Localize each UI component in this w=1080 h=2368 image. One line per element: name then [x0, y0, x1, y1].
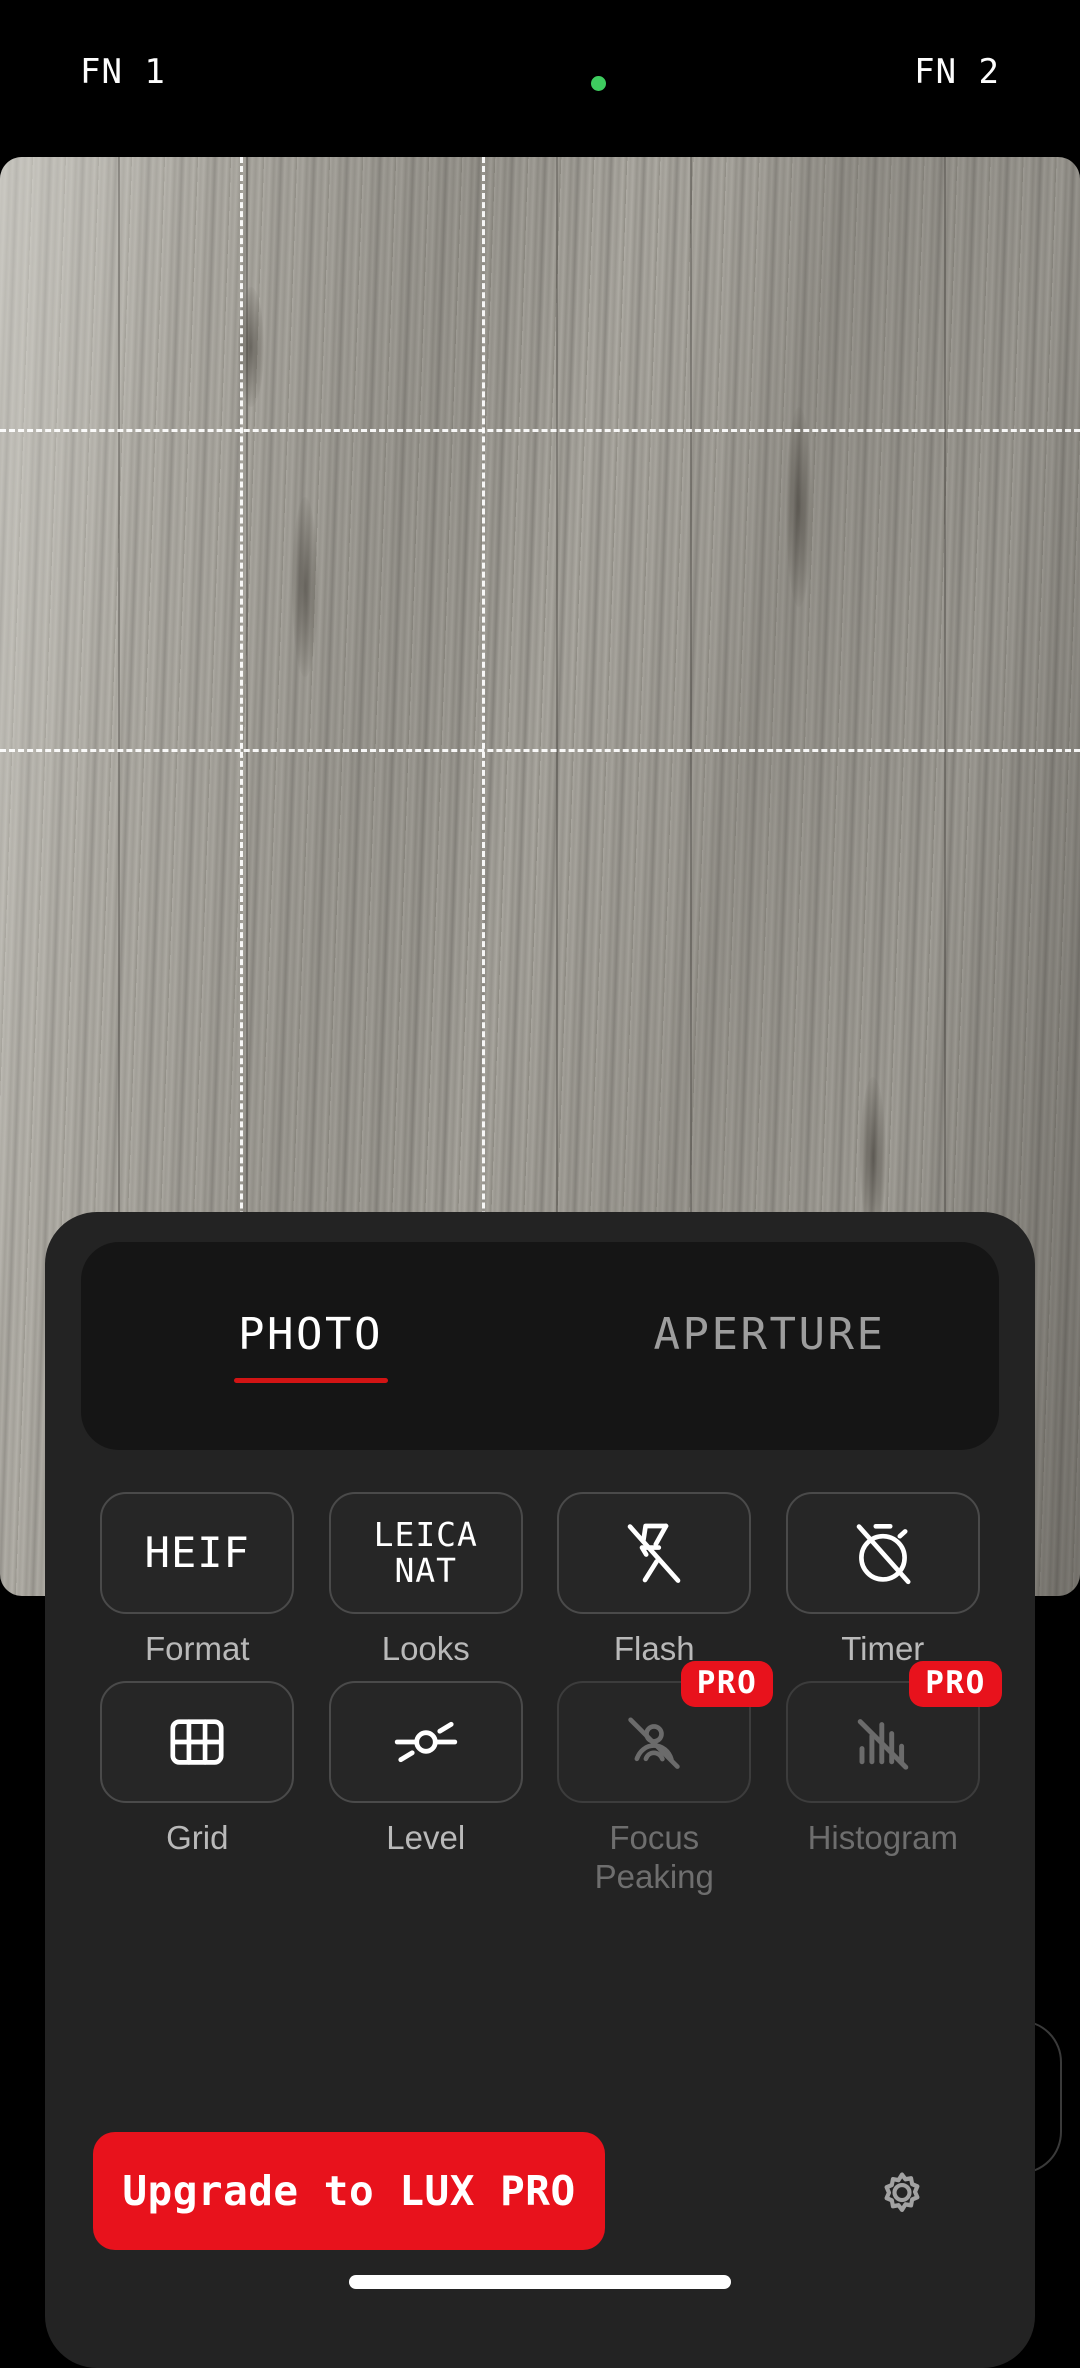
flash-off-icon	[618, 1517, 690, 1589]
status-bar: FN 1 FN 2	[0, 0, 1080, 157]
flash-button[interactable]	[557, 1492, 752, 1614]
fn1-button[interactable]: FN 1	[80, 52, 166, 92]
timer-off-icon	[847, 1517, 919, 1589]
tab-photo[interactable]: PHOTO	[81, 1242, 540, 1450]
looks-button[interactable]: LEICA NAT	[328, 1492, 523, 1614]
option-looks: LEICA NAT Looks	[322, 1492, 531, 1669]
focus-peaking-button[interactable]: PRO	[557, 1660, 774, 1803]
tab-photo-label: PHOTO	[238, 1309, 383, 1360]
timer-button[interactable]	[785, 1492, 980, 1614]
wood-knot	[786, 407, 812, 607]
mode-tab-bar: PHOTO APERTURE	[81, 1242, 999, 1450]
grid-line-horizontal-2	[0, 749, 1080, 752]
tab-aperture[interactable]: APERTURE	[540, 1242, 999, 1450]
grid-line-horizontal-1	[0, 429, 1080, 432]
histogram-label: Histogram	[807, 1818, 958, 1856]
settings-button[interactable]	[859, 2148, 945, 2234]
panel-footer: Upgrade to LUX PRO	[45, 2132, 1035, 2250]
looks-value-line1: LEICA	[373, 1514, 478, 1554]
camera-settings-panel: PHOTO APERTURE HEIF Format LEICA NAT Loo…	[45, 1212, 1035, 2368]
grid-button[interactable]	[100, 1680, 295, 1803]
level-icon	[390, 1706, 462, 1778]
option-flash: Flash	[550, 1492, 759, 1669]
looks-value: LEICA NAT	[373, 1514, 478, 1590]
looks-label: Looks	[381, 1630, 470, 1667]
option-histogram: PRO Histogram	[779, 1660, 1002, 1897]
grid-label: Grid	[166, 1818, 229, 1856]
fn2-button[interactable]: FN 2	[914, 52, 1000, 92]
quick-settings-grid: HEIF Format LEICA NAT Looks Flash Timer …	[75, 1492, 1005, 1897]
focus-peaking-off-icon	[618, 1706, 690, 1778]
option-focus-peaking: PRO Focus Peaking	[550, 1660, 774, 1897]
histogram-pro-badge: PRO	[909, 1660, 1002, 1707]
focus-peaking-label: Focus Peaking	[594, 1818, 714, 1895]
timer-label: Timer	[841, 1630, 925, 1667]
upgrade-to-lux-pro-button[interactable]: Upgrade to LUX PRO	[93, 2132, 605, 2250]
flash-label: Flash	[613, 1630, 695, 1667]
focus-peaking-pro-badge: PRO	[680, 1660, 774, 1707]
grid-icon	[164, 1709, 230, 1775]
option-grid: Grid	[93, 1680, 302, 1897]
histogram-off-icon	[847, 1706, 919, 1778]
level-button[interactable]	[328, 1680, 523, 1803]
histogram-button[interactable]: PRO	[785, 1660, 1002, 1803]
gear-icon	[871, 2160, 933, 2222]
wood-knot	[292, 497, 318, 677]
option-level: Level	[322, 1680, 531, 1897]
tab-active-underline	[233, 1378, 388, 1383]
tab-aperture-label: APERTURE	[653, 1309, 886, 1360]
level-label: Level	[386, 1818, 466, 1856]
format-value: HEIF	[144, 1527, 250, 1577]
format-label: Format	[144, 1630, 250, 1667]
camera-privacy-indicator-icon	[591, 76, 606, 91]
option-timer: Timer	[779, 1492, 988, 1669]
option-format: HEIF Format	[93, 1492, 302, 1669]
home-indicator	[349, 2275, 731, 2289]
format-button[interactable]: HEIF	[100, 1492, 295, 1614]
looks-value-line2: NAT	[394, 1551, 458, 1590]
